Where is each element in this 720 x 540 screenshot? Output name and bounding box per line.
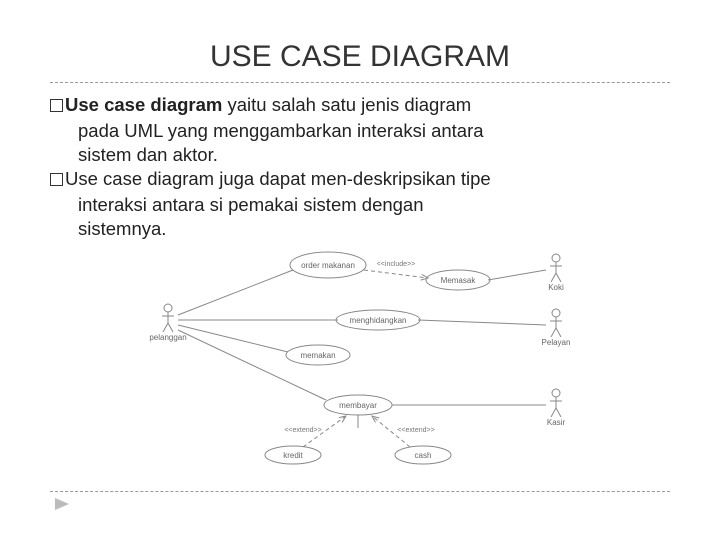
bullet1-line3: sistem dan aktor. — [50, 143, 670, 167]
svg-text:<<extend>>: <<extend>> — [284, 427, 321, 434]
svg-text:menghidangkan: menghidangkan — [350, 316, 407, 325]
slide-title: USE CASE DIAGRAM — [50, 40, 670, 74]
actor-pelanggan-icon — [162, 304, 174, 332]
bullet2-text: Use case diagram juga dapat men-deskrips… — [65, 168, 491, 189]
actor-kasir-icon — [550, 389, 562, 417]
svg-text:Memasak: Memasak — [441, 276, 477, 285]
use-case-diagram: pelanggan Koki Pelayan Kasir order makan… — [148, 250, 578, 470]
bullet2-line3: sistemnya. — [50, 217, 670, 241]
footer-divider — [50, 491, 670, 492]
actor-pelayan-label: Pelayan — [542, 338, 571, 347]
actor-koki-label: Koki — [548, 283, 564, 292]
actor-pelanggan-label: pelanggan — [149, 333, 186, 342]
bullet1-line2: pada UML yang menggambarkan interaksi an… — [50, 119, 670, 143]
title-divider — [50, 82, 670, 83]
actor-kasir-label: Kasir — [547, 418, 566, 427]
svg-text:cash: cash — [415, 451, 432, 460]
actor-koki-icon — [550, 254, 562, 282]
slide-body: Use case diagram yaitu salah satu jenis … — [50, 93, 670, 241]
svg-text:<<extend>>: <<extend>> — [397, 427, 434, 434]
svg-text:memakan: memakan — [300, 351, 335, 360]
svg-text:membayar: membayar — [339, 401, 377, 410]
bullet-icon — [50, 173, 63, 186]
svg-text:kredit: kredit — [283, 451, 303, 460]
bullet2-line2: interaksi antara si pemakai sistem denga… — [50, 193, 670, 217]
corner-arrow-icon — [55, 498, 69, 510]
svg-text:order makanan: order makanan — [301, 261, 355, 270]
bullet1-bold: Use case diagram — [65, 94, 222, 115]
svg-text:<<include>>: <<include>> — [377, 261, 416, 268]
actor-pelayan-icon — [550, 309, 562, 337]
bullet1-text: yaitu salah satu jenis diagram — [222, 94, 471, 115]
bullet-icon — [50, 99, 63, 112]
